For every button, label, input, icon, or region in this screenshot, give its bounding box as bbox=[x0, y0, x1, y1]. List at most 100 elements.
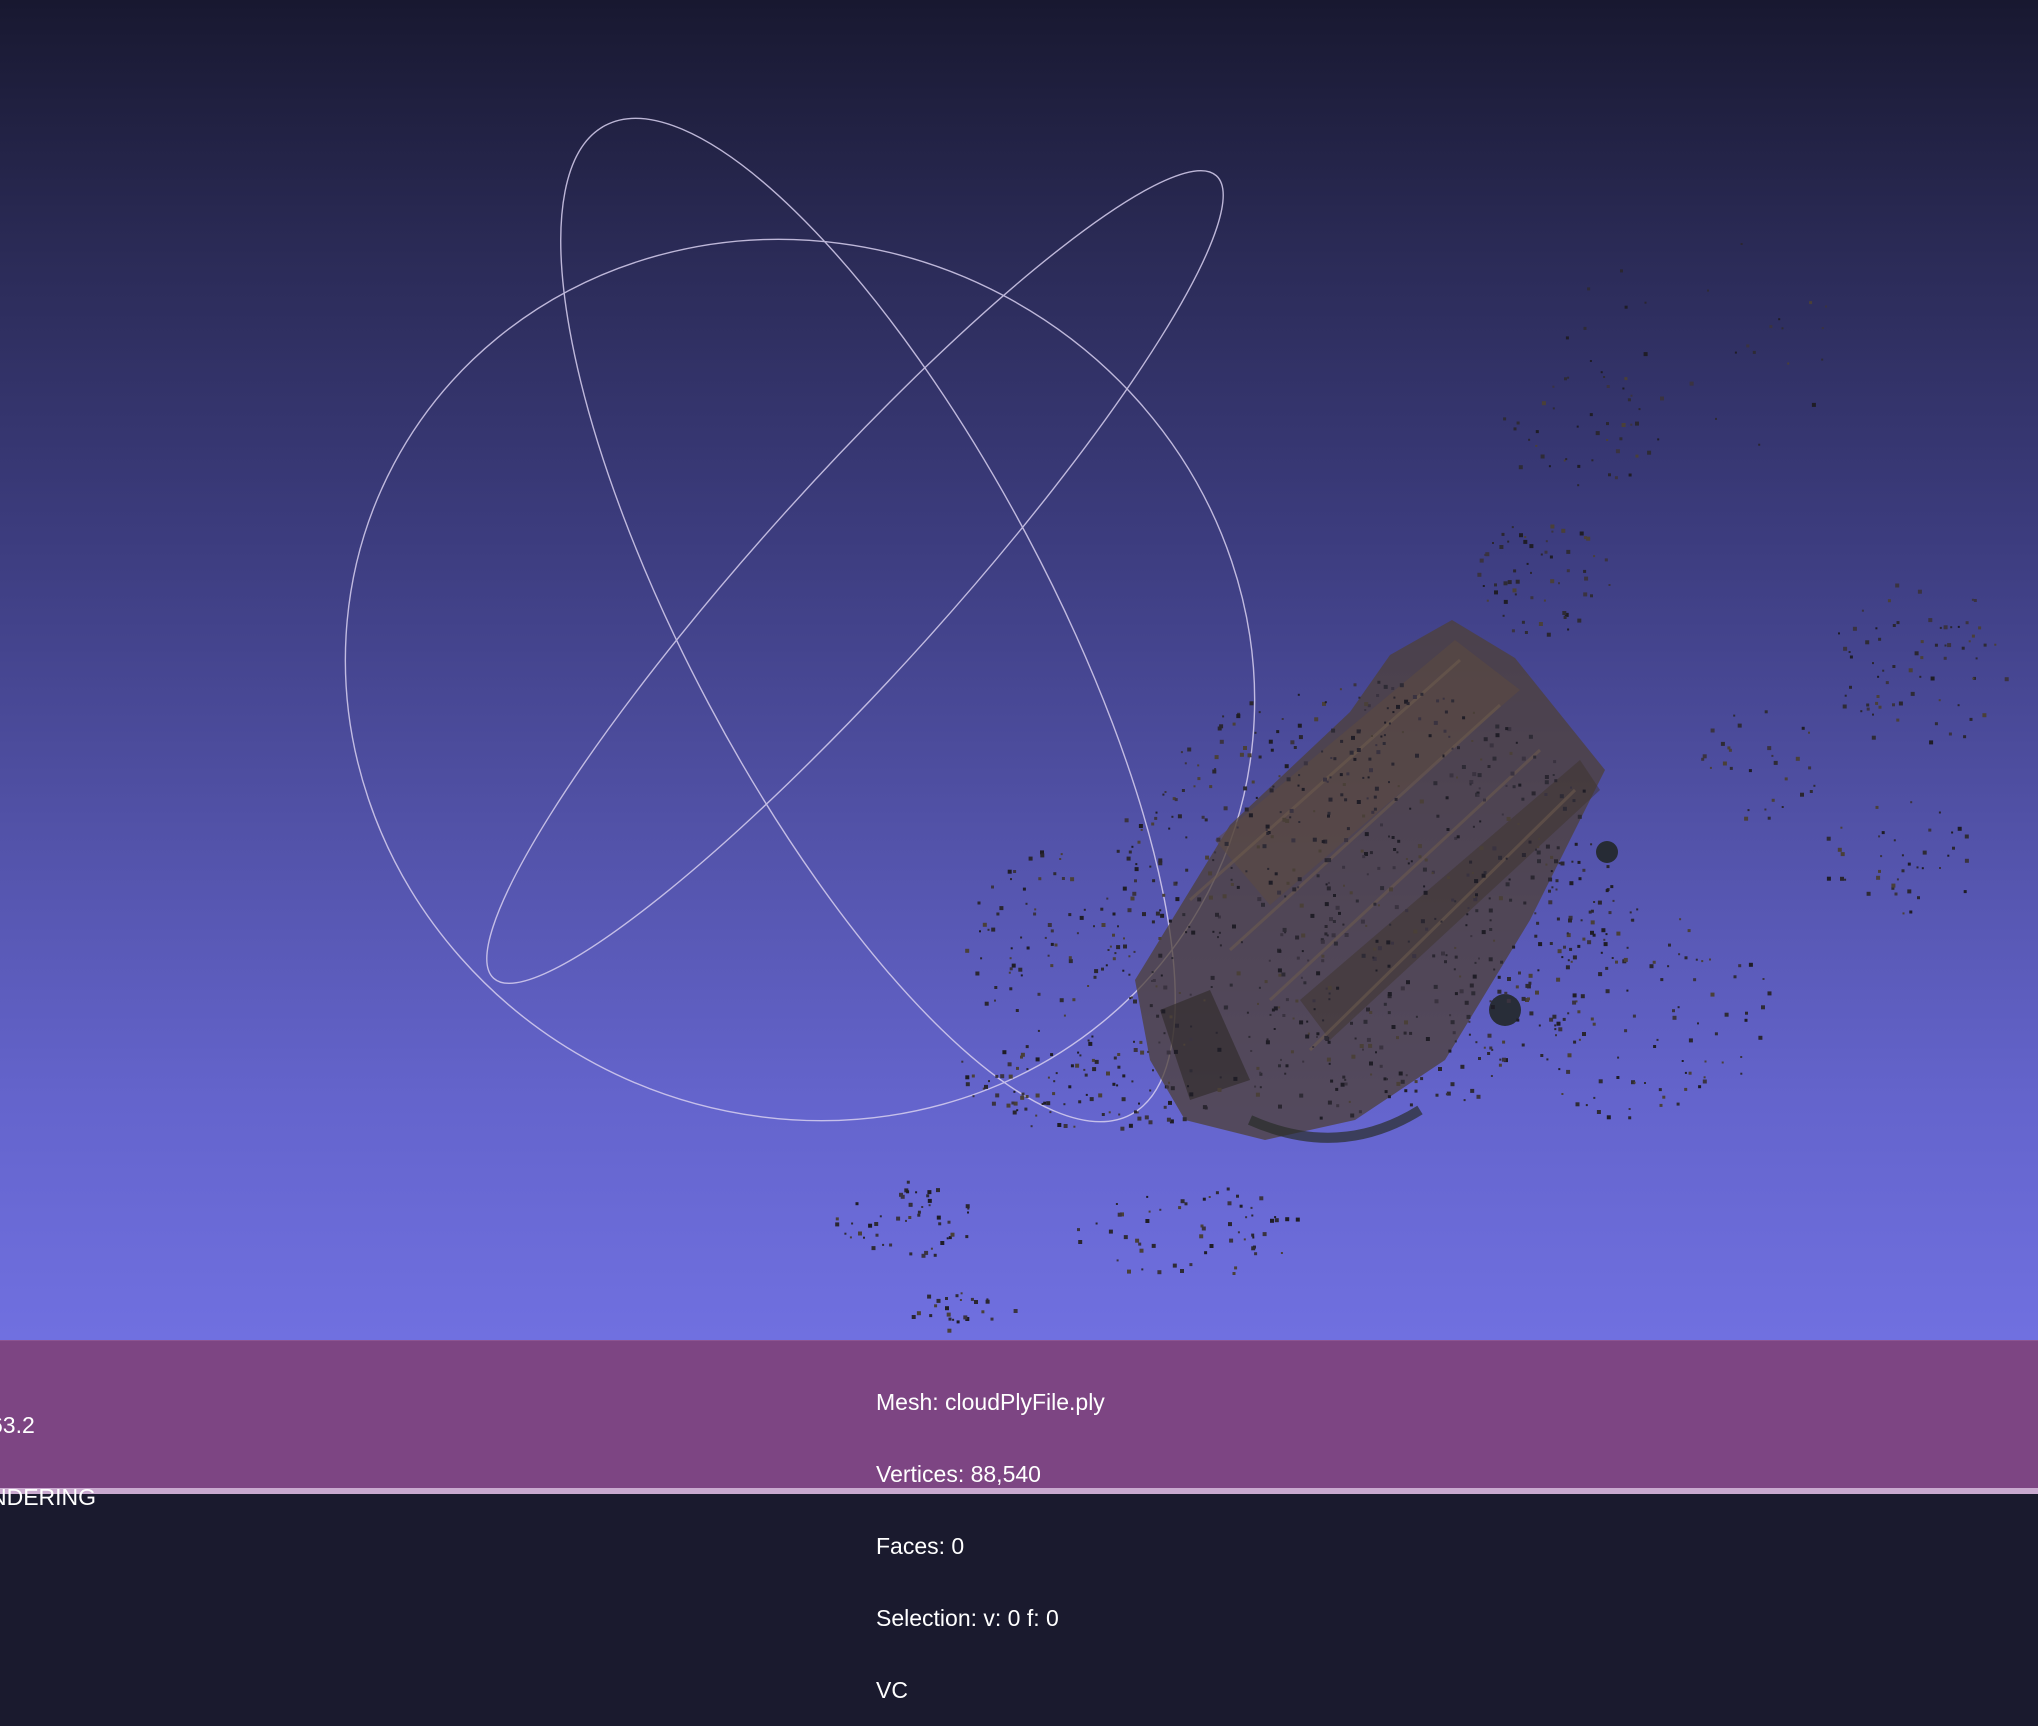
cloud-point bbox=[990, 1317, 994, 1321]
cloud-point bbox=[1175, 881, 1178, 884]
cloud-point bbox=[1310, 913, 1315, 918]
cloud-point bbox=[1101, 923, 1106, 927]
cloud-point bbox=[1245, 1216, 1248, 1219]
cloud-point bbox=[1002, 1050, 1007, 1055]
3d-viewport[interactable] bbox=[0, 0, 2038, 1340]
cloud-point bbox=[1443, 729, 1447, 733]
cloud-point bbox=[1549, 555, 1553, 559]
cloud-point bbox=[1338, 911, 1341, 915]
cloud-point bbox=[1579, 531, 1584, 536]
cloud-point bbox=[1667, 965, 1670, 968]
cloud-point bbox=[1024, 1107, 1028, 1111]
cloud-point bbox=[1423, 890, 1428, 895]
cloud-point bbox=[1158, 1041, 1161, 1044]
cloud-point bbox=[1148, 1210, 1151, 1213]
cloud-point bbox=[1270, 1218, 1274, 1223]
cloud-point bbox=[1370, 1073, 1373, 1076]
cloud-point bbox=[1697, 1022, 1699, 1025]
cloud-point bbox=[1233, 1076, 1238, 1081]
cloud-point bbox=[1151, 971, 1154, 974]
cloud-point bbox=[1193, 785, 1196, 788]
cloud-point bbox=[1312, 1046, 1315, 1048]
cloud-point bbox=[1252, 1236, 1255, 1239]
cloud-point bbox=[1590, 594, 1593, 598]
cloud-point bbox=[933, 1253, 937, 1257]
cloud-point bbox=[1517, 823, 1520, 825]
cloud-point bbox=[1331, 728, 1336, 733]
cloud-point bbox=[863, 1236, 865, 1239]
cloud-point bbox=[1182, 913, 1186, 917]
cloud-point bbox=[1178, 992, 1181, 994]
cloud-point bbox=[1162, 893, 1166, 897]
cloud-point bbox=[1046, 1101, 1051, 1106]
cloud-point bbox=[955, 1294, 959, 1298]
cloud-point bbox=[1289, 816, 1292, 819]
cloud-point bbox=[1329, 776, 1332, 779]
cloud-point bbox=[1521, 853, 1526, 857]
cloud-point bbox=[1203, 999, 1206, 1002]
cloud-point bbox=[1600, 951, 1603, 954]
cloud-point bbox=[1492, 756, 1497, 761]
cloud-point bbox=[1465, 924, 1468, 927]
cloud-point bbox=[1072, 998, 1076, 1002]
cloud-point bbox=[1908, 668, 1913, 673]
cloud-point bbox=[1389, 887, 1393, 892]
cloud-point bbox=[1013, 1309, 1018, 1313]
cloud-point bbox=[961, 1060, 964, 1063]
cloud-point bbox=[1269, 1013, 1272, 1016]
cloud-point bbox=[1521, 756, 1526, 761]
cloud-point bbox=[1616, 1076, 1620, 1079]
cloud-point bbox=[1558, 1027, 1563, 1032]
cloud-point bbox=[1559, 794, 1564, 799]
cloud-point bbox=[1688, 1038, 1693, 1043]
cloud-point bbox=[1565, 336, 1569, 340]
cloud-point bbox=[1478, 787, 1481, 790]
cloud-point bbox=[1510, 771, 1515, 776]
cloud-point bbox=[1865, 640, 1870, 645]
cloud-point bbox=[947, 1220, 951, 1224]
cloud-point bbox=[1849, 685, 1852, 689]
cloud-point bbox=[1356, 748, 1361, 752]
cloud-point bbox=[1557, 949, 1562, 954]
cloud-point bbox=[1898, 701, 1903, 706]
cloud-point bbox=[1278, 949, 1282, 953]
cloud-point bbox=[1270, 748, 1274, 752]
cloud-point bbox=[1377, 680, 1381, 684]
cloud-point bbox=[1606, 422, 1609, 426]
cloud-point bbox=[1748, 962, 1753, 967]
cloud-point bbox=[1571, 860, 1574, 863]
cloud-point bbox=[1078, 1240, 1083, 1244]
cloud-point bbox=[995, 1074, 999, 1078]
cloud-point bbox=[1556, 917, 1560, 921]
cloud-point bbox=[1451, 699, 1455, 703]
cloud-point bbox=[1339, 773, 1343, 777]
cloud-point bbox=[1168, 919, 1172, 923]
cloud-point bbox=[1656, 1038, 1659, 1041]
cloud-point bbox=[1628, 1116, 1632, 1120]
cloud-point bbox=[994, 986, 998, 989]
cloud-point bbox=[1744, 1018, 1748, 1022]
cloud-point bbox=[1971, 634, 1975, 638]
scene-canvas[interactable] bbox=[0, 0, 2038, 1340]
cloud-point bbox=[1687, 929, 1691, 933]
vertex-count: Vertices: 88,540 bbox=[876, 1461, 1041, 1487]
cloud-point bbox=[994, 999, 996, 1002]
cloud-point bbox=[1896, 718, 1900, 722]
cloud-point bbox=[1605, 889, 1609, 893]
cloud-point bbox=[1152, 1069, 1154, 1072]
cloud-point bbox=[1236, 885, 1240, 889]
cloud-point bbox=[1326, 780, 1329, 783]
cloud-point bbox=[1123, 937, 1125, 940]
cloud-point bbox=[1377, 866, 1381, 870]
cloud-point bbox=[1919, 675, 1922, 678]
cloud-point bbox=[1533, 755, 1537, 759]
cloud-point bbox=[924, 1250, 929, 1255]
cloud-point bbox=[1502, 1040, 1506, 1044]
cloud-point bbox=[1013, 1090, 1016, 1093]
cloud-point bbox=[905, 1219, 907, 1222]
cloud-point bbox=[1840, 852, 1845, 857]
cloud-point bbox=[1512, 945, 1516, 949]
cloud-point bbox=[1255, 796, 1258, 799]
cloud-point bbox=[1230, 866, 1233, 869]
cloud-point bbox=[1548, 900, 1553, 905]
